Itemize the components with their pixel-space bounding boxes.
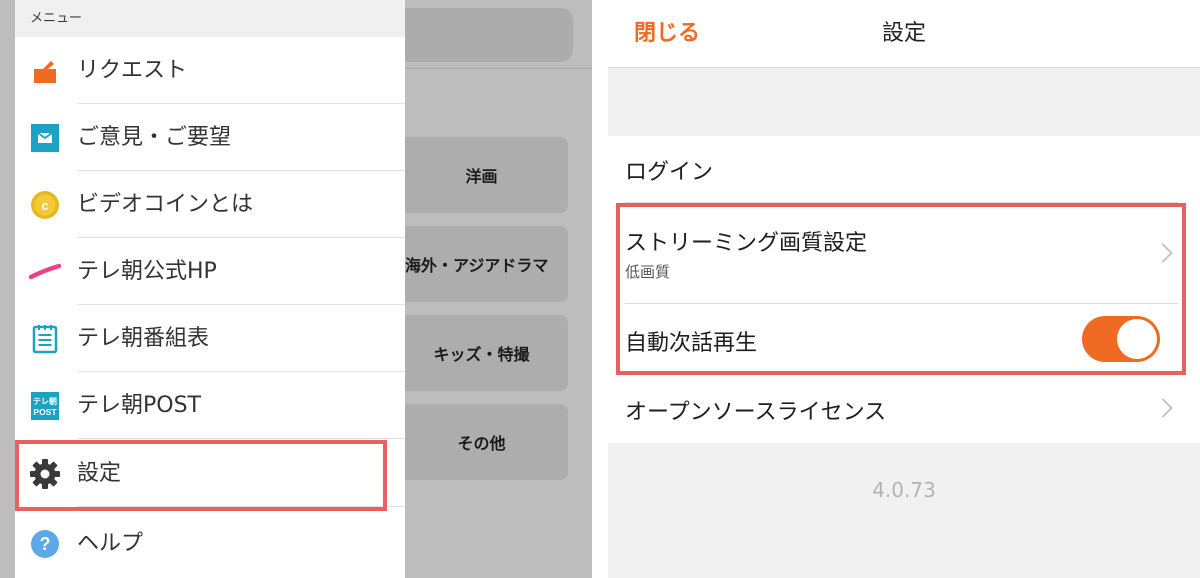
menu-item-label: ご意見・ご要望	[77, 125, 232, 150]
menu-item-label: テレ朝POST	[77, 393, 201, 418]
menu-item-label: ヘルプ	[77, 531, 144, 556]
navigation-bar: 設定 閉じる	[608, 0, 1200, 68]
menu-item-label: リクエスト	[77, 58, 188, 83]
help-icon: ?	[29, 528, 61, 560]
highlight-box	[15, 440, 387, 511]
post-icon: テレ朝 POST	[29, 390, 61, 422]
search-bar	[385, 8, 573, 62]
left-screenshot: 洋画 海外・アジアドラマ キッズ・特撮 その他 メニュー リクエスト ご意見・ご…	[0, 0, 592, 578]
post-icon-text: テレ朝	[33, 396, 57, 406]
settings-row-login[interactable]: ログイン	[608, 136, 1200, 203]
close-button[interactable]: 閉じる	[634, 0, 700, 68]
dimmed-background-screen: 洋画 海外・アジアドラマ キッズ・特撮 その他	[385, 0, 592, 578]
request-icon	[29, 55, 61, 87]
schedule-icon	[29, 323, 61, 355]
menu-item-request[interactable]: リクエスト	[15, 37, 405, 104]
highlight-box	[616, 203, 1186, 375]
menu-item-label: テレ朝番組表	[77, 326, 210, 351]
settings-row-open-source-license[interactable]: オープンソースライセンス	[608, 375, 1200, 443]
menu-item-official-hp[interactable]: テレ朝公式HP	[15, 238, 405, 305]
menu-item-label: ビデオコインとは	[77, 192, 254, 217]
category-button: 海外・アジアドラマ	[395, 226, 568, 302]
menu-item-label: テレ朝公式HP	[77, 259, 217, 284]
menu-item-post[interactable]: テレ朝 POST テレ朝POST	[15, 372, 405, 439]
settings-screen: 設定 閉じる ログイン ストリーミング画質設定 低画質 自動次話再生 オープンソ…	[608, 0, 1200, 578]
row-title: ログイン	[625, 160, 714, 185]
coin-letter: c	[41, 198, 48, 213]
category-button: キッズ・特撮	[395, 315, 568, 391]
post-icon-text: POST	[33, 407, 57, 417]
menu-item-schedule[interactable]: テレ朝番組表	[15, 305, 405, 372]
category-button: 洋画	[395, 137, 568, 213]
divider	[77, 438, 405, 439]
menu-item-help[interactable]: ? ヘルプ	[15, 510, 405, 577]
row-title: オープンソースライセンス	[625, 400, 887, 425]
tv-asahi-logo-icon	[29, 256, 61, 288]
menu-item-video-coin[interactable]: c ビデオコインとは	[15, 171, 405, 238]
menu-item-feedback[interactable]: ご意見・ご要望	[15, 104, 405, 171]
help-mark: ?	[40, 534, 51, 554]
coin-icon: c	[29, 189, 61, 221]
chevron-right-icon	[1153, 398, 1173, 418]
version-label: 4.0.73	[872, 478, 936, 502]
mail-icon	[29, 122, 61, 154]
category-button: その他	[395, 404, 568, 480]
menu-header: メニュー	[15, 0, 405, 37]
divider	[405, 68, 592, 69]
